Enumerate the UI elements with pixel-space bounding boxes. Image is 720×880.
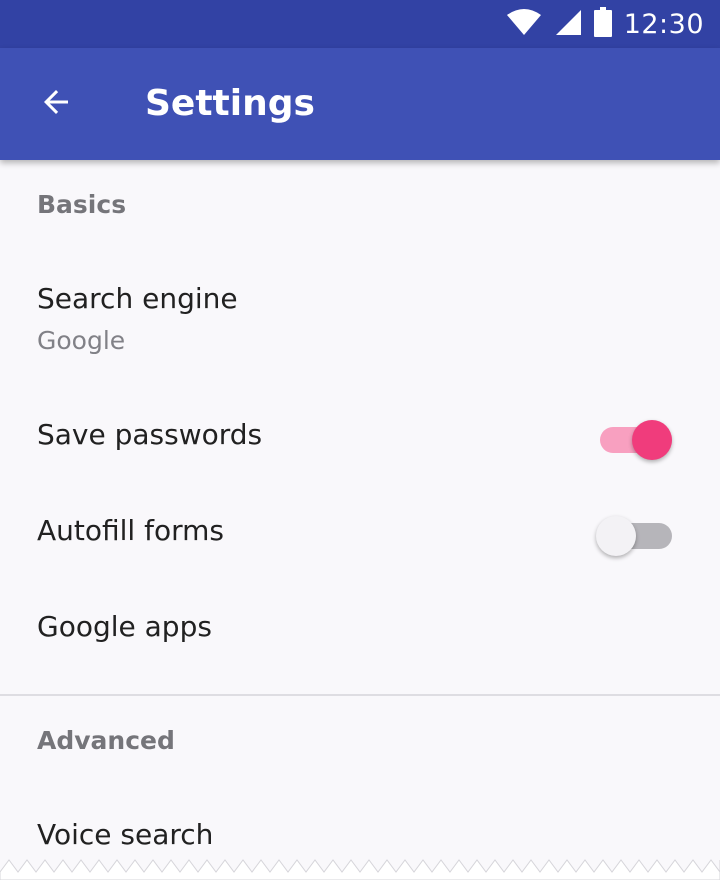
back-button[interactable] bbox=[22, 70, 90, 138]
setting-title: Autofill forms bbox=[37, 514, 224, 547]
torn-edge bbox=[0, 859, 720, 880]
status-bar: 12:30 bbox=[0, 0, 720, 48]
cell-signal-icon bbox=[554, 8, 582, 41]
status-time: 12:30 bbox=[623, 8, 704, 40]
toggle-thumb bbox=[632, 420, 672, 460]
section-header-basics: Basics bbox=[37, 190, 127, 219]
status-icons: 12:30 bbox=[506, 0, 704, 48]
arrow-back-icon bbox=[38, 84, 74, 125]
section-divider bbox=[0, 694, 720, 696]
save-passwords-toggle[interactable] bbox=[596, 416, 676, 464]
page-title: Settings bbox=[145, 83, 315, 124]
battery-icon bbox=[593, 6, 612, 42]
setting-title: Search engine bbox=[37, 282, 238, 315]
section-header-advanced: Advanced bbox=[37, 726, 175, 755]
app-bar: Settings bbox=[0, 48, 720, 160]
setting-title: Google apps bbox=[37, 610, 212, 643]
settings-list: Basics Search engine Google Save passwor… bbox=[0, 160, 720, 880]
setting-title: Voice search bbox=[37, 818, 214, 851]
setting-title: Save passwords bbox=[37, 418, 263, 451]
toggle-thumb bbox=[596, 516, 636, 556]
autofill-forms-toggle[interactable] bbox=[596, 512, 676, 560]
wifi-icon bbox=[506, 8, 542, 41]
setting-summary: Google bbox=[37, 326, 126, 355]
